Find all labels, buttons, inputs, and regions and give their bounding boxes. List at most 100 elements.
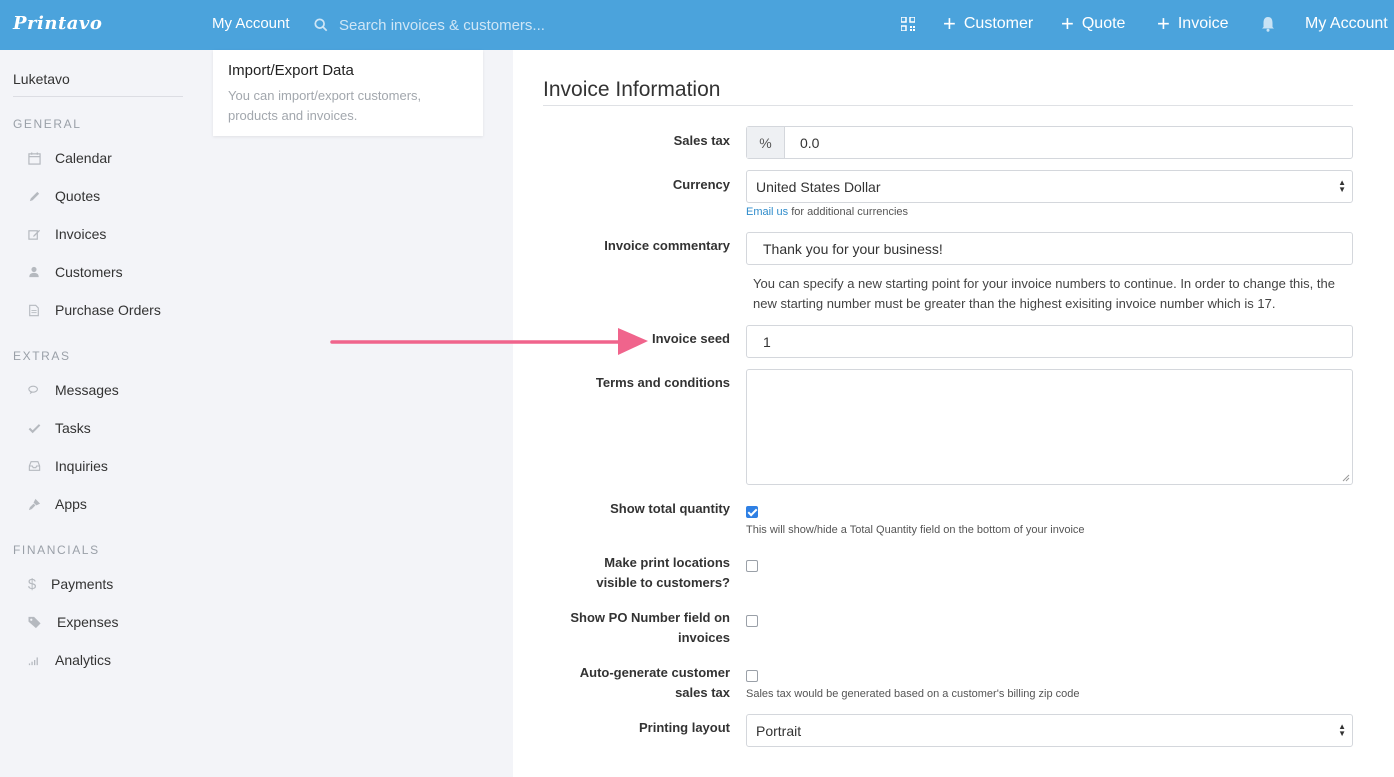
sidebar: Luketavo GENERAL Calendar Quotes Invoice… <box>0 50 200 777</box>
edit-icon <box>27 227 41 241</box>
annotation-arrow-icon <box>330 328 648 355</box>
tags-icon <box>27 615 43 629</box>
add-customer-label: Customer <box>963 15 1034 32</box>
auto-tax-checkbox[interactable] <box>746 670 758 682</box>
add-quote-label: Quote <box>1081 15 1126 32</box>
invoice-commentary-input[interactable]: Thank you for your business! <box>746 232 1353 265</box>
sidebar-item-messages[interactable]: Messages <box>27 382 119 398</box>
sidebar-item-calendar[interactable]: Calendar <box>27 150 112 166</box>
auto-tax-help: Sales tax would be generated based on a … <box>746 688 1080 700</box>
invoice-seed-value: 1 <box>763 334 771 350</box>
import-export-description: You can import/export customers, product… <box>228 88 422 123</box>
auto-tax-label-line1: Auto-generate customer <box>579 665 730 680</box>
sidebar-item-label: Inquiries <box>55 458 108 474</box>
app-logo[interactable]: Printavo <box>13 13 102 34</box>
sidebar-item-invoices[interactable]: Invoices <box>27 226 106 242</box>
sidebar-item-label: Calendar <box>55 150 112 166</box>
calendar-icon <box>27 151 41 165</box>
sidebar-item-label: Tasks <box>55 420 91 436</box>
sidebar-item-payments[interactable]: $ Payments <box>27 575 114 593</box>
plus-icon: + <box>943 11 956 36</box>
title-divider <box>543 105 1353 106</box>
po-number-label-line1: Show PO Number field on <box>570 610 730 625</box>
search-bar <box>314 12 614 38</box>
signal-icon <box>27 653 41 667</box>
sidebar-item-label: Expenses <box>57 614 119 630</box>
bell-icon[interactable] <box>1261 16 1275 32</box>
add-quote-button[interactable]: + Quote <box>1061 13 1125 35</box>
document-icon <box>27 303 41 317</box>
sidebar-item-label: Messages <box>55 382 119 398</box>
qr-code-icon[interactable] <box>901 17 915 31</box>
percent-addon: % <box>747 127 785 158</box>
sales-tax-label: Sales tax <box>673 133 730 148</box>
add-customer-button[interactable]: + Customer <box>943 13 1033 35</box>
plug-icon <box>27 497 41 511</box>
show-total-quantity-help: This will show/hide a Total Quantity fie… <box>746 524 1085 536</box>
print-locations-checkbox[interactable] <box>746 560 758 572</box>
import-export-title[interactable]: Import/Export Data <box>228 62 354 79</box>
sidebar-item-purchase-orders[interactable]: Purchase Orders <box>27 302 161 318</box>
show-total-quantity-checkbox[interactable] <box>746 506 758 518</box>
sidebar-section-financials: FINANCIALS <box>13 543 100 557</box>
currency-help-text: for additional currencies <box>788 206 909 218</box>
print-locations-label-line2: visible to customers? <box>596 575 730 590</box>
printing-layout-selected-value: Portrait <box>756 723 802 739</box>
invoice-seed-note: You can specify a new starting point for… <box>753 276 1335 311</box>
sidebar-section-general: GENERAL <box>13 117 82 131</box>
terms-label: Terms and conditions <box>595 375 730 390</box>
inbox-icon <box>27 459 41 473</box>
plus-icon: + <box>1061 11 1074 36</box>
invoice-seed-input[interactable]: 1 <box>746 325 1353 358</box>
currency-label: Currency <box>672 177 730 192</box>
sales-tax-input-group[interactable]: % 0.0 <box>746 126 1353 159</box>
plus-icon: + <box>1157 11 1170 36</box>
resize-handle-icon[interactable] <box>1342 474 1350 482</box>
sidebar-item-tasks[interactable]: Tasks <box>27 420 91 436</box>
select-caret-icon: ▲ ▼ <box>1338 722 1346 738</box>
sidebar-item-analytics[interactable]: Analytics <box>27 652 111 668</box>
dollar-icon: $ <box>27 575 37 593</box>
search-input[interactable] <box>339 16 599 34</box>
currency-select[interactable]: United States Dollar ▲ ▼ <box>746 170 1353 203</box>
sidebar-item-label: Customers <box>55 264 123 280</box>
sidebar-username[interactable]: Luketavo <box>13 71 70 87</box>
search-icon <box>314 18 328 32</box>
email-us-link[interactable]: Email us <box>746 206 788 218</box>
sidebar-item-apps[interactable]: Apps <box>27 496 87 512</box>
page-title: Invoice Information <box>543 78 721 101</box>
terms-textarea[interactable] <box>746 369 1353 485</box>
sidebar-item-label: Payments <box>51 576 114 592</box>
nav-my-account-left[interactable]: My Account <box>212 15 290 32</box>
add-invoice-label: Invoice <box>1177 15 1229 32</box>
chat-icon <box>27 383 41 397</box>
auto-tax-label-line2: sales tax <box>675 685 730 700</box>
print-locations-label-line1: Make print locations <box>604 555 730 570</box>
sidebar-item-customers[interactable]: Customers <box>27 264 123 280</box>
nav-my-account-right[interactable]: My Account <box>1305 15 1388 33</box>
sidebar-item-label: Purchase Orders <box>55 302 161 318</box>
auto-tax-label: Auto-generate customer sales tax <box>530 663 730 703</box>
show-total-quantity-label: Show total quantity <box>610 501 730 516</box>
sidebar-item-label: Analytics <box>55 652 112 668</box>
printing-layout-select[interactable]: Portrait ▲ ▼ <box>746 714 1353 747</box>
sidebar-item-label: Quotes <box>55 188 101 204</box>
invoice-commentary-value: Thank you for your business! <box>763 241 943 257</box>
add-invoice-button[interactable]: + Invoice <box>1157 13 1229 35</box>
sidebar-section-extras: EXTRAS <box>13 349 71 363</box>
pencil-icon <box>27 189 41 203</box>
sidebar-item-inquiries[interactable]: Inquiries <box>27 458 108 474</box>
sidebar-item-label: Apps <box>55 496 87 512</box>
sidebar-item-quotes[interactable]: Quotes <box>27 188 100 204</box>
currency-help: Email us for additional currencies <box>746 206 908 218</box>
invoice-information-panel: Invoice Information Sales tax % 0.0 Curr… <box>513 50 1394 777</box>
sales-tax-input[interactable]: 0.0 <box>800 135 819 151</box>
currency-selected-value: United States Dollar <box>756 179 881 195</box>
sidebar-item-expenses[interactable]: Expenses <box>27 614 118 630</box>
sidebar-divider <box>13 96 183 97</box>
print-locations-label: Make print locations visible to customer… <box>530 553 730 593</box>
printing-layout-label: Printing layout <box>639 720 730 735</box>
po-number-checkbox[interactable] <box>746 615 758 627</box>
po-number-label-line2: invoices <box>677 630 730 645</box>
import-export-dropdown[interactable]: Import/Export Data You can import/export… <box>213 50 483 136</box>
